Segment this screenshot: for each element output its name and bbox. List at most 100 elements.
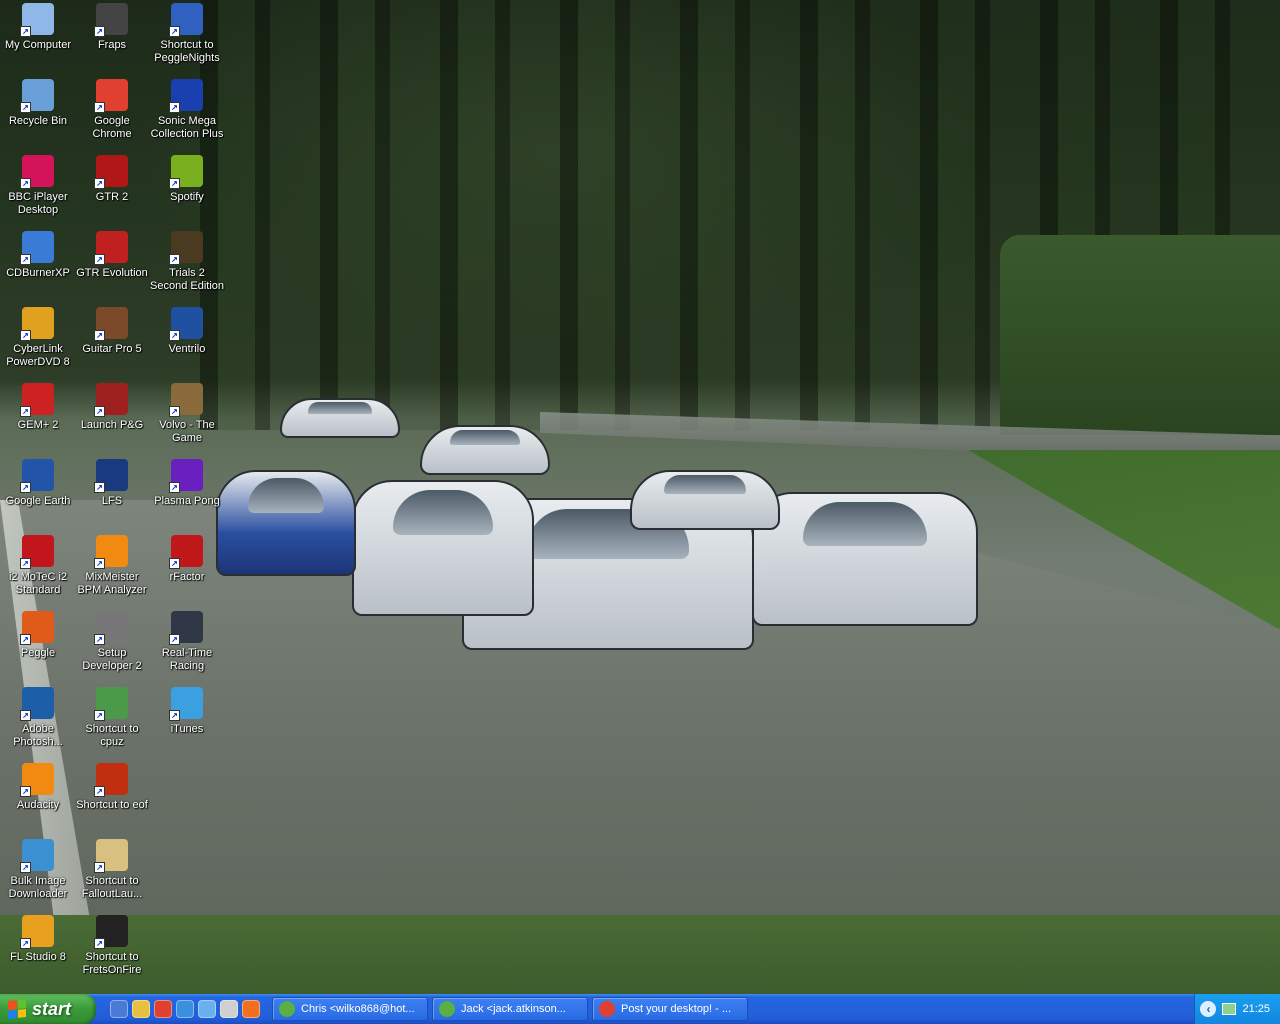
desktop-icon-label: Volvo - The Game xyxy=(159,419,215,444)
desktop-icon[interactable]: ↗ FL Studio 8 xyxy=(0,915,76,964)
taskbar-window-button[interactable]: Jack <jack.atkinson... xyxy=(432,997,588,1021)
desktop-icon[interactable]: ↗ Setup Developer 2 xyxy=(74,611,150,673)
media-icon[interactable] xyxy=(198,1000,216,1018)
shortcut-arrow-icon: ↗ xyxy=(94,558,105,569)
desktop-icon-label: rFactor xyxy=(169,571,205,583)
desktop-icon-label: Fraps xyxy=(97,39,127,51)
desktop-icon[interactable]: ↗ Adobe Photosh... xyxy=(0,687,76,749)
desktop-icon[interactable]: ↗ Guitar Pro 5 xyxy=(74,307,150,356)
desktop-icon[interactable]: ↗ Spotify xyxy=(149,155,225,204)
desktop-icon-label: Plasma Pong xyxy=(154,495,220,507)
desktop-icon-label: CDBurnerXP xyxy=(6,267,70,279)
wallpaper-race-car xyxy=(752,492,978,626)
shortcut-arrow-icon: ↗ xyxy=(94,26,105,37)
desktop-icon[interactable]: ↗ GTR Evolution xyxy=(74,231,150,280)
quick-launch-bar xyxy=(110,1000,260,1018)
shortcut-arrow-icon: ↗ xyxy=(169,634,180,645)
desktop-icon[interactable]: ↗ Plasma Pong xyxy=(149,459,225,508)
explorer-icon[interactable] xyxy=(132,1000,150,1018)
ie-icon[interactable] xyxy=(176,1000,194,1018)
start-button[interactable]: start xyxy=(0,994,96,1024)
setup-developer-icon: ↗ xyxy=(94,611,128,645)
trials-icon: ↗ xyxy=(169,231,203,265)
desktop-icon[interactable]: ↗ Real-Time Racing xyxy=(149,611,225,673)
firefox-icon[interactable] xyxy=(242,1000,260,1018)
photoshop-icon: ↗ xyxy=(20,687,54,721)
taskbar-window-label: Post your desktop! - ... xyxy=(621,1003,732,1015)
wallpaper-race-car xyxy=(420,425,550,475)
taskbar-window-button[interactable]: Chris <wilko868@hot... xyxy=(272,997,428,1021)
desktop-icon[interactable]: ↗ Recycle Bin xyxy=(0,79,76,128)
fl-studio-icon: ↗ xyxy=(20,915,54,949)
audacity-icon: ↗ xyxy=(20,763,54,797)
desktop-icon-label: My Computer xyxy=(4,39,72,51)
shortcut-arrow-icon: ↗ xyxy=(94,102,105,113)
show-hidden-icons-chevron-icon[interactable]: ‹ xyxy=(1200,1001,1217,1017)
desktop-icon[interactable]: ↗ rFactor xyxy=(149,535,225,584)
desktop-icon-label: Launch P&G xyxy=(80,419,144,431)
clock[interactable]: 21:25 xyxy=(1242,1003,1270,1015)
desktop-icon[interactable]: ↗ Peggle xyxy=(0,611,76,660)
gtr2-icon: ↗ xyxy=(94,155,128,189)
desktop-icon[interactable]: ↗ Shortcut to cpuz xyxy=(74,687,150,749)
peggle-icon: ↗ xyxy=(20,611,54,645)
shortcut-arrow-icon: ↗ xyxy=(169,558,180,569)
desktop-icon[interactable]: ↗ Volvo - The Game xyxy=(149,383,225,445)
network-icon[interactable] xyxy=(1222,1003,1237,1015)
wallpaper-hedge xyxy=(1000,235,1280,435)
desktop-icon[interactable]: ↗ Ventrilo xyxy=(149,307,225,356)
shortcut-arrow-icon: ↗ xyxy=(94,634,105,645)
chrome-icon[interactable] xyxy=(154,1000,172,1018)
desktop-icon-label: Google Chrome xyxy=(92,115,132,140)
cdburnerxp-icon: ↗ xyxy=(20,231,54,265)
frets-on-fire-icon: ↗ xyxy=(94,915,128,949)
shortcut-arrow-icon: ↗ xyxy=(94,482,105,493)
desktop-icon[interactable]: ↗ Bulk Image Downloader xyxy=(0,839,76,901)
desktop-icon-label: GTR Evolution xyxy=(76,267,148,279)
desktop-icon[interactable]: ↗ i2 MoTeC i2 Standard xyxy=(0,535,76,597)
desktop-icon[interactable]: ↗ CDBurnerXP xyxy=(0,231,76,280)
desktop-icon[interactable]: ↗ GEM+ 2 xyxy=(0,383,76,432)
desktop-icon[interactable]: ↗ Sonic Mega Collection Plus xyxy=(149,79,225,141)
shortcut-arrow-icon: ↗ xyxy=(20,102,31,113)
desktop-icon-label: Shortcut to PeggleNights xyxy=(154,39,220,64)
windows-logo-icon xyxy=(8,999,26,1019)
rfactor-icon: ↗ xyxy=(169,535,203,569)
desktop-icon-label: Shortcut to eof xyxy=(76,799,148,811)
desktop-icon[interactable]: ↗ Shortcut to PeggleNights xyxy=(149,3,225,65)
desktop-icon[interactable]: ↗ Trials 2 Second Edition xyxy=(149,231,225,293)
desktop-icon-label: Shortcut to cpuz xyxy=(85,723,139,748)
desktop-icon[interactable]: ↗ Fraps xyxy=(74,3,150,52)
recycle-bin-icon: ↗ xyxy=(20,79,54,113)
desktop-icon[interactable]: ↗ iTunes xyxy=(149,687,225,736)
desktop-icon[interactable]: ↗ Shortcut to FalloutLau... xyxy=(74,839,150,901)
fraps-icon: ↗ xyxy=(94,3,128,37)
show-desktop-icon[interactable] xyxy=(110,1000,128,1018)
shortcut-arrow-icon: ↗ xyxy=(20,482,31,493)
volvo-icon: ↗ xyxy=(169,383,203,417)
desktop-icon-label: BBC iPlayer Desktop xyxy=(8,191,68,216)
shortcut-arrow-icon: ↗ xyxy=(20,178,31,189)
desktop-icon[interactable]: ↗ BBC iPlayer Desktop xyxy=(0,155,76,217)
taskbar-window-button[interactable]: Post your desktop! - ... xyxy=(592,997,748,1021)
desktop-icon-label: Shortcut to FretsOnFire xyxy=(82,951,142,976)
desktop-icon[interactable]: ↗ CyberLink PowerDVD 8 xyxy=(0,307,76,369)
desktop-icon[interactable]: ↗ Google Chrome xyxy=(74,79,150,141)
desktop-icon[interactable]: ↗ Shortcut to eof xyxy=(74,763,150,812)
shortcut-arrow-icon: ↗ xyxy=(169,406,180,417)
desktop-icon[interactable]: ↗ My Computer xyxy=(0,3,76,52)
desktop-icon[interactable]: ↗ Shortcut to FretsOnFire xyxy=(74,915,150,977)
desktop-icon[interactable]: ↗ Google Earth xyxy=(0,459,76,508)
desktop-icon[interactable]: ↗ LFS xyxy=(74,459,150,508)
desktop-icon[interactable]: ↗ MixMeister BPM Analyzer xyxy=(74,535,150,597)
gtr-evolution-icon: ↗ xyxy=(94,231,128,265)
desktop-icon-label: Setup Developer 2 xyxy=(82,647,142,672)
sonic-icon: ↗ xyxy=(169,79,203,113)
desktop-icon[interactable]: ↗ Audacity xyxy=(0,763,76,812)
wallpaper-grass-bottom xyxy=(0,915,1280,994)
ventrilo-icon: ↗ xyxy=(169,307,203,341)
desktop-icon[interactable]: ↗ GTR 2 xyxy=(74,155,150,204)
steam-icon[interactable] xyxy=(220,1000,238,1018)
desktop-icon[interactable]: ↗ Launch P&G xyxy=(74,383,150,432)
shortcut-arrow-icon: ↗ xyxy=(20,330,31,341)
